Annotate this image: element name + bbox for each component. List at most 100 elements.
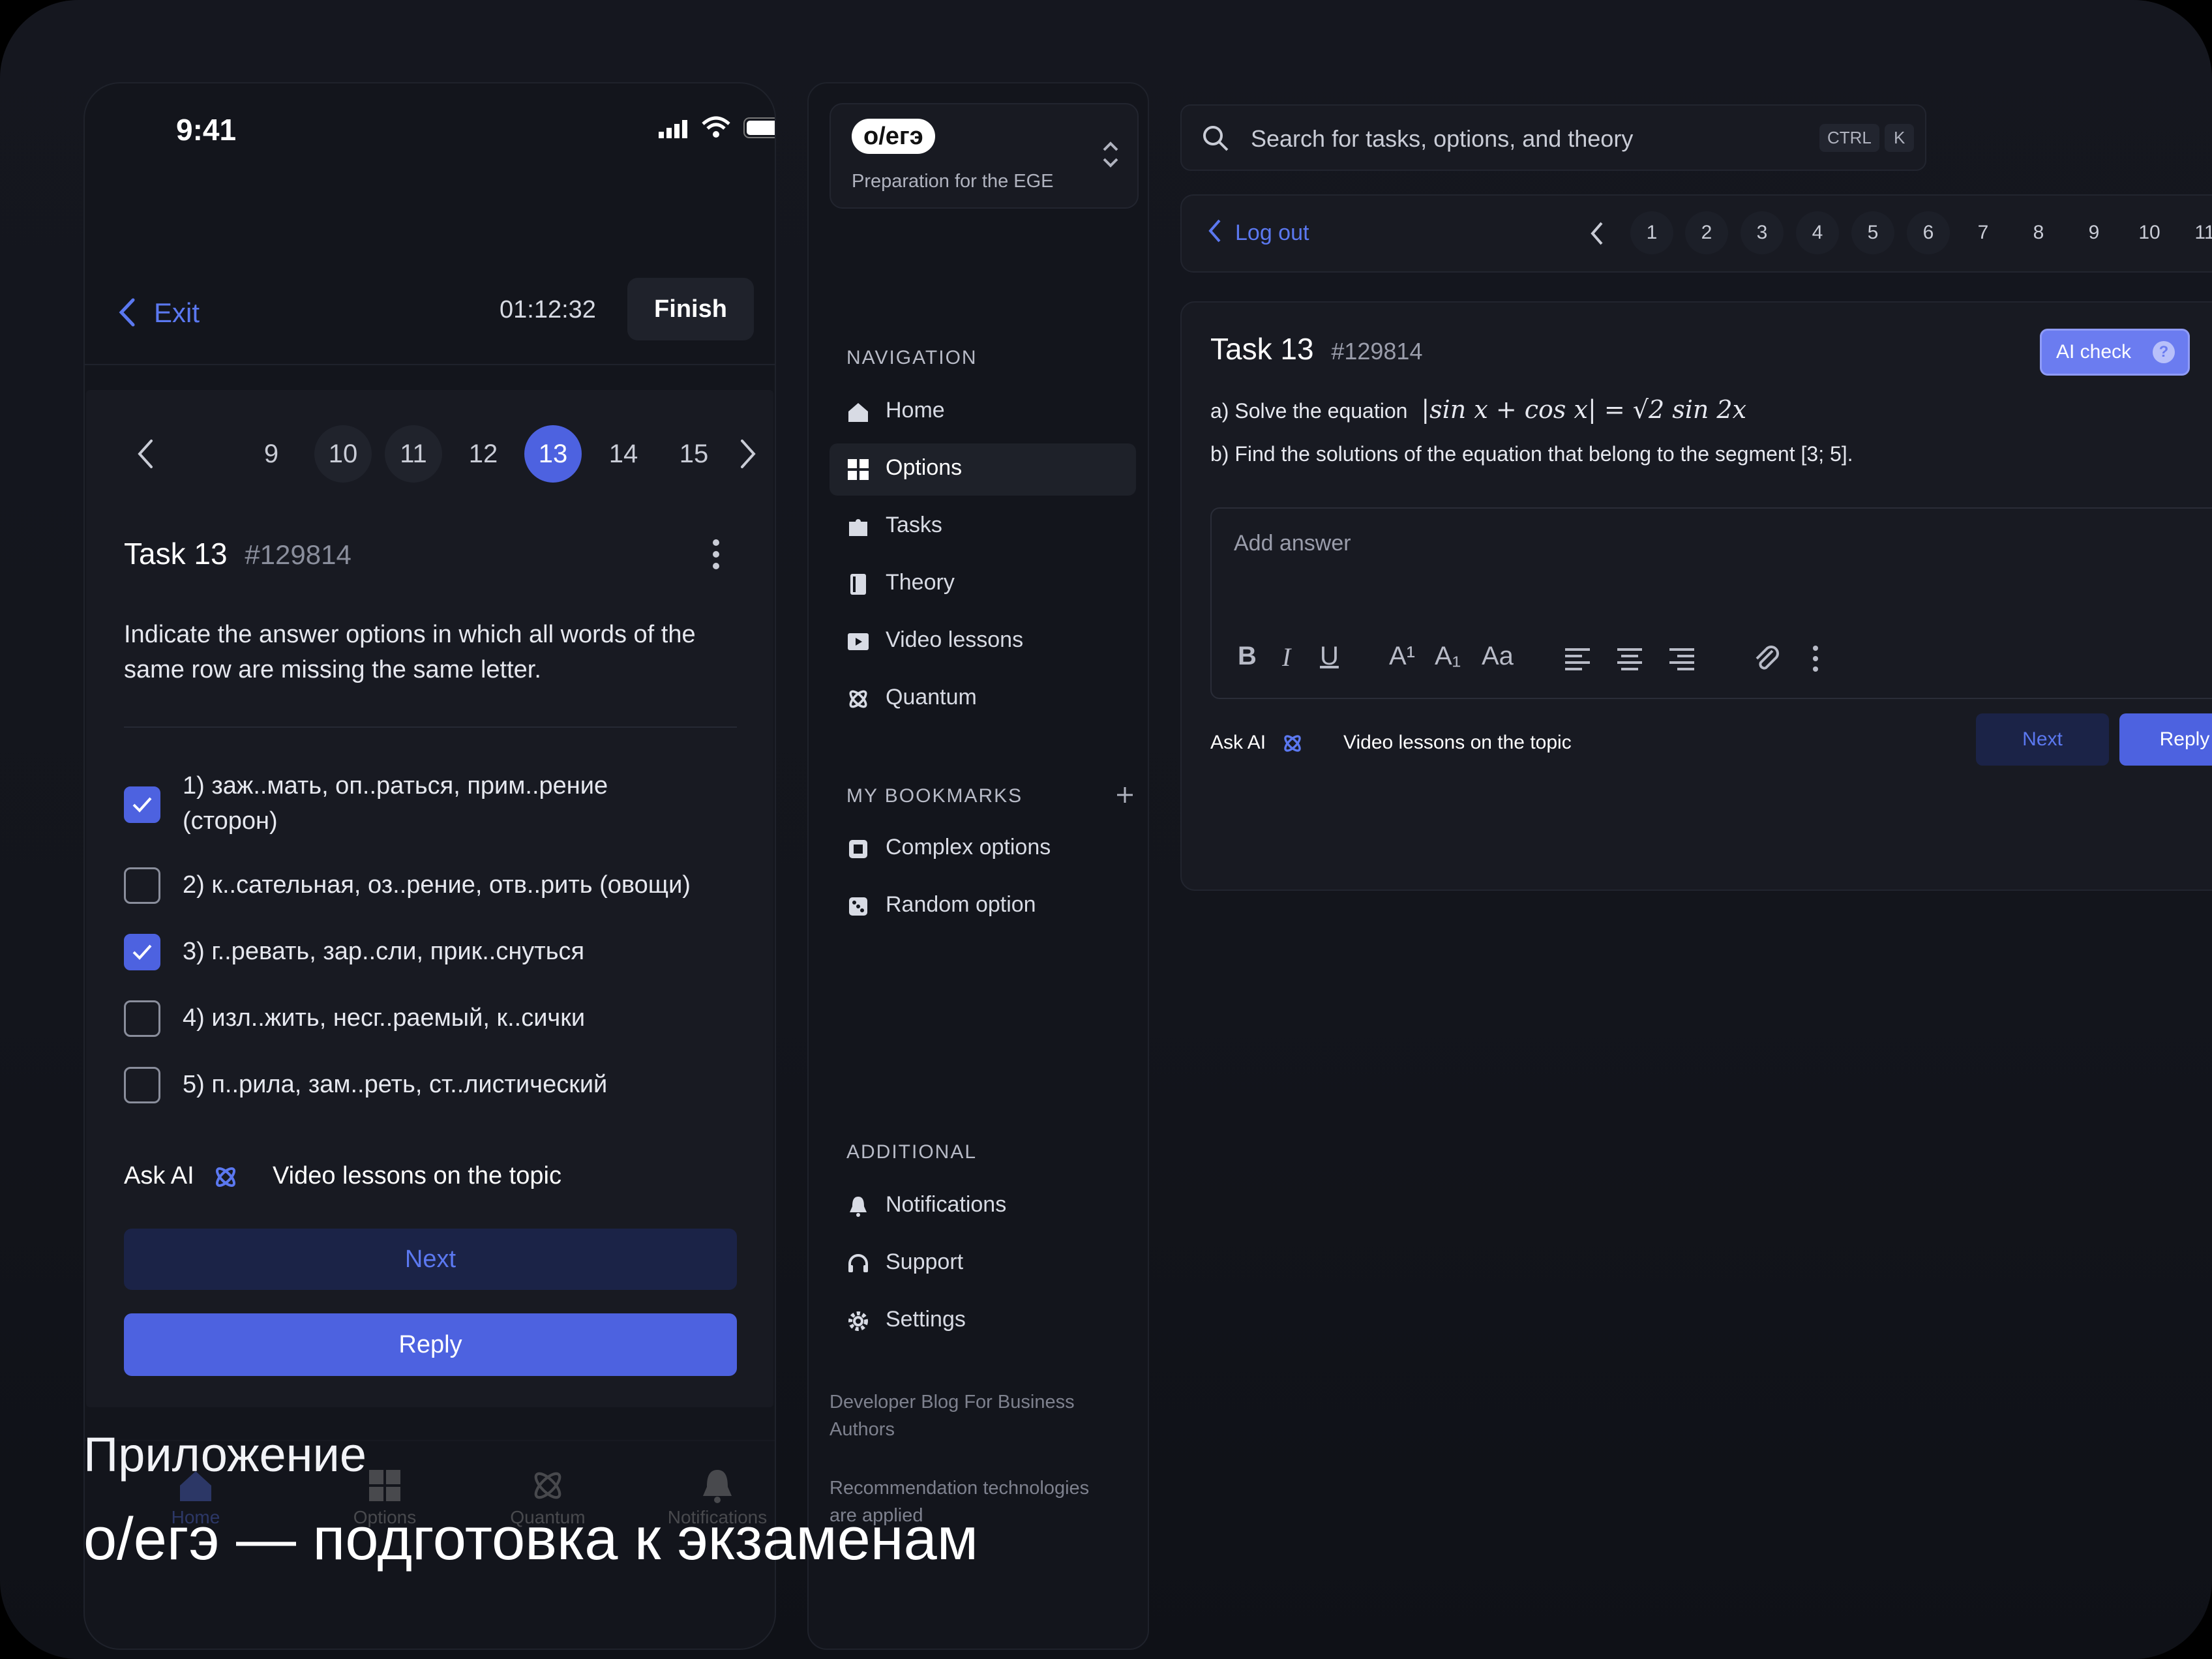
- pager-item[interactable]: 9: [243, 425, 300, 483]
- brand-subtitle: Preparation for the EGE: [852, 171, 1054, 192]
- footer-link-blog[interactable]: Developer Blog For Business: [830, 1392, 1075, 1413]
- logout-button[interactable]: Log out: [1208, 218, 1309, 247]
- logout-label: Log out: [1235, 220, 1309, 245]
- option-checkbox-3[interactable]: [124, 934, 160, 970]
- pager-item[interactable]: 10: [314, 425, 372, 483]
- sidebar-item-label: Video lessons: [886, 627, 1024, 652]
- chevron-updown-icon: [1103, 142, 1118, 168]
- pager-prev-icon[interactable]: [136, 438, 155, 470]
- sidebar-item-settings[interactable]: Settings: [809, 1295, 1148, 1347]
- align-right-icon[interactable]: [1668, 646, 1696, 672]
- sidebar-item-theory[interactable]: Theory: [809, 558, 1148, 610]
- add-bookmark-icon[interactable]: [1115, 785, 1135, 805]
- pager-item[interactable]: 7: [1962, 211, 2005, 254]
- sidebar-item-label: Theory: [886, 570, 955, 595]
- answer-input[interactable]: Add answer: [1234, 531, 1351, 556]
- pager-item[interactable]: 15: [665, 425, 723, 483]
- pager-item[interactable]: 6: [1907, 211, 1950, 254]
- quantum-icon: [849, 690, 867, 708]
- subscript-icon[interactable]: A₁: [1435, 642, 1461, 671]
- sidebar-item-random-option[interactable]: Random option: [809, 880, 1148, 933]
- font-size-icon[interactable]: Aa: [1482, 642, 1514, 671]
- bell-icon: [850, 1197, 867, 1217]
- sidebar-item-support[interactable]: Support: [809, 1238, 1148, 1290]
- option-label-3: 3) г..ревать, зар..сли, прик..снуться: [183, 938, 585, 965]
- task-part-a: a) Solve the equation |sin x + cos x| = …: [1210, 395, 1746, 424]
- bookmarks-section-title: MY BOOKMARKS: [846, 785, 1023, 807]
- attachment-icon[interactable]: [1753, 644, 1780, 673]
- pager-item[interactable]: 2: [1685, 211, 1728, 254]
- gear-icon: [848, 1311, 868, 1331]
- sidebar-item-label: Settings: [886, 1307, 966, 1332]
- pager-item[interactable]: 8: [2017, 211, 2060, 254]
- signal-icon: [659, 119, 690, 142]
- pager-item[interactable]: 10: [2128, 211, 2171, 254]
- more-vertical-icon[interactable]: [1810, 644, 1821, 673]
- pager-item[interactable]: 11: [385, 425, 442, 483]
- pager-item[interactable]: 3: [1741, 211, 1784, 254]
- answer-editor[interactable]: Add answer B I U A¹ A₁ Aa: [1210, 507, 2212, 699]
- sidebar: о/егэ Preparation for the EGE NAVIGATION…: [807, 82, 1149, 1650]
- more-vertical-icon[interactable]: [710, 537, 723, 575]
- sidebar-item-complex-options[interactable]: Complex options: [809, 823, 1148, 875]
- align-center-icon[interactable]: [1616, 646, 1643, 672]
- footer-note: Recommendation technologies: [830, 1478, 1090, 1499]
- mobile-app-screen: 9:41 Exit 01:12:32 Finish 9 10 11 12 13 …: [83, 82, 776, 1650]
- pager-item[interactable]: 1: [1630, 211, 1673, 254]
- ask-ai-link[interactable]: Ask AI: [1210, 732, 1304, 755]
- search-input[interactable]: Search for tasks, options, and theory: [1251, 125, 1633, 153]
- reply-button[interactable]: Reply: [2119, 713, 2212, 766]
- ai-check-button[interactable]: AI check ?: [2040, 329, 2190, 376]
- pager-prev-icon[interactable]: [1590, 220, 1604, 247]
- ask-ai-link[interactable]: Ask AI: [124, 1162, 239, 1190]
- task-timer: 01:12:32: [500, 296, 596, 323]
- sidebar-item-notifications[interactable]: Notifications: [809, 1180, 1148, 1233]
- mobile-header: Exit 01:12:32 Finish: [85, 253, 775, 365]
- superscript-icon[interactable]: A¹: [1389, 642, 1415, 671]
- help-icon: ?: [2153, 341, 2175, 363]
- video-lessons-link[interactable]: Video lessons on the topic: [273, 1162, 561, 1190]
- pager-item[interactable]: 5: [1851, 211, 1894, 254]
- caption-line-2: о/егэ — подготовка к экзаменам: [83, 1506, 979, 1572]
- pager-next-icon[interactable]: [738, 438, 758, 470]
- pager-item[interactable]: 9: [2072, 211, 2115, 254]
- pager-item[interactable]: 14: [595, 425, 652, 483]
- finish-button[interactable]: Finish: [627, 278, 754, 340]
- reply-button[interactable]: Reply: [124, 1313, 737, 1376]
- sidebar-item-label: Options: [886, 455, 963, 480]
- bold-icon[interactable]: B: [1238, 642, 1257, 671]
- pager-item[interactable]: 12: [455, 425, 512, 483]
- next-button[interactable]: Next: [1976, 713, 2109, 766]
- sidebar-item-home[interactable]: Home: [809, 386, 1148, 438]
- underline-icon[interactable]: U: [1320, 642, 1339, 671]
- pager-item[interactable]: 4: [1796, 211, 1839, 254]
- sidebar-item-label: Tasks: [886, 513, 942, 537]
- chevron-left-icon: [1208, 219, 1221, 243]
- sidebar-item-tasks[interactable]: Tasks: [809, 501, 1148, 553]
- product-switcher[interactable]: о/егэ Preparation for the EGE: [830, 103, 1139, 209]
- task-part-b: b) Find the solutions of the equation th…: [1210, 442, 1853, 466]
- video-lessons-link[interactable]: Video lessons on the topic: [1343, 732, 1572, 754]
- option-checkbox-1[interactable]: [124, 786, 160, 823]
- play-icon: [848, 633, 869, 650]
- option-checkbox-5[interactable]: [124, 1067, 160, 1103]
- footer-link-authors[interactable]: Authors: [830, 1419, 895, 1441]
- align-left-icon[interactable]: [1564, 646, 1591, 672]
- search-bar[interactable]: Search for tasks, options, and theory CT…: [1180, 104, 1926, 171]
- pager-item-active[interactable]: 13: [524, 425, 582, 483]
- sidebar-item-video-lessons[interactable]: Video lessons: [809, 616, 1148, 668]
- chevron-left-icon: [119, 298, 135, 327]
- option-label-4: 4) изл..жить, несг..раемый, к..сички: [183, 1004, 586, 1032]
- sidebar-item-quantum[interactable]: Quantum: [809, 673, 1148, 725]
- italic-icon[interactable]: I: [1282, 642, 1291, 672]
- quantum-icon: [534, 1472, 561, 1499]
- sidebar-item-options[interactable]: Options: [830, 443, 1136, 496]
- pager-item[interactable]: 11: [2183, 211, 2212, 254]
- kbd-k: K: [1885, 124, 1915, 152]
- option-checkbox-4[interactable]: [124, 1000, 160, 1037]
- option-label-2: 2) к..сательная, оз..рение, отв..рить (о…: [183, 871, 691, 899]
- option-checkbox-2[interactable]: [124, 867, 160, 904]
- next-button[interactable]: Next: [124, 1229, 737, 1290]
- exit-button[interactable]: Exit: [117, 293, 235, 333]
- exit-label: Exit: [154, 297, 200, 328]
